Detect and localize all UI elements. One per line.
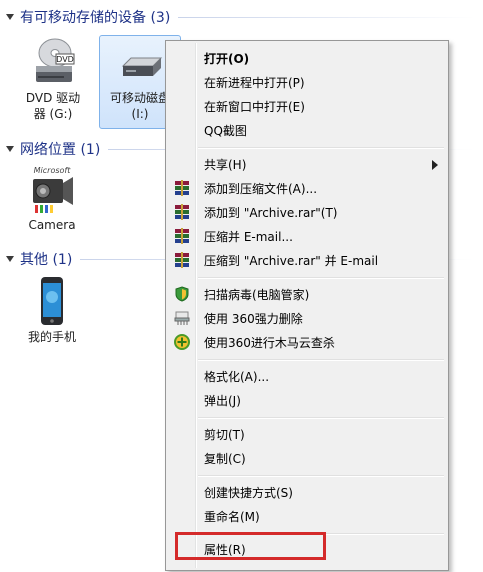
dvd-drive-item[interactable]: DVD DVD 驱动 器 (G:): [14, 36, 92, 128]
menu-separator: [198, 533, 444, 535]
menu-item-open-new-window[interactable]: 在新窗口中打开(E): [168, 95, 446, 117]
winrar-icon: [174, 252, 190, 268]
menu-item-label: 创建快捷方式(S): [204, 485, 293, 500]
context-menu: 打开(O) 在新进程中打开(P) 在新窗口中打开(E) QQ截图 共享(H) 添…: [165, 40, 449, 571]
winrar-icon: [174, 204, 190, 220]
phone-item[interactable]: 我的手机: [20, 275, 84, 349]
group-title: 网络位置 (1): [20, 142, 101, 158]
removable-disk-label-line2: (I:): [131, 107, 149, 121]
group-header-removable[interactable]: 有可移动存储的设备 (3): [0, 6, 483, 28]
menu-item-format[interactable]: 格式化(A)...: [168, 365, 446, 387]
menu-item-label: 复制(C): [204, 451, 246, 466]
menu-item-compress-rar-email[interactable]: 压缩到 "Archive.rar" 并 E-mail: [168, 249, 446, 271]
dvd-drive-icon: DVD: [26, 36, 80, 90]
menu-item-label: 共享(H): [204, 157, 247, 172]
menu-item-label: QQ截图: [204, 123, 247, 138]
dvd-drive-label-line1: DVD 驱动: [25, 91, 81, 105]
menu-separator: [198, 147, 444, 149]
menu-item-360-trojan-scan[interactable]: 使用360进行木马云查杀: [168, 331, 446, 353]
menu-item-label: 添加到 "Archive.rar"(T): [204, 205, 338, 220]
menu-item-label: 重命名(M): [204, 509, 260, 524]
collapse-arrow-icon[interactable]: [6, 145, 14, 153]
menu-item-qq-screenshot[interactable]: QQ截图: [168, 119, 446, 141]
winrar-icon: [174, 228, 190, 244]
menu-item-label: 属性(R): [204, 542, 246, 557]
menu-separator: [198, 475, 444, 477]
dvd-drive-label-line2: 器 (G:): [33, 107, 73, 121]
menu-item-open[interactable]: 打开(O): [168, 47, 446, 69]
camera-brand: Microsoft: [34, 166, 72, 175]
menu-item-label: 剪切(T): [204, 427, 245, 442]
camera-icon: Microsoft: [25, 163, 79, 217]
camera-item[interactable]: Microsoft Camera: [20, 163, 84, 237]
removable-disk-icon: [113, 36, 167, 90]
winrar-icon: [174, 180, 190, 196]
menu-item-label: 压缩到 "Archive.rar" 并 E-mail: [204, 253, 379, 268]
menu-item-label: 格式化(A)...: [204, 369, 270, 384]
menu-item-label: 弹出(J): [204, 393, 241, 408]
menu-item-scan-virus[interactable]: 扫描病毒(电脑管家): [168, 283, 446, 305]
group-divider: [178, 16, 475, 18]
menu-item-copy[interactable]: 复制(C): [168, 447, 446, 469]
camera-label: Camera: [28, 218, 76, 232]
shredder-icon: [174, 310, 190, 326]
menu-item-eject[interactable]: 弹出(J): [168, 389, 446, 411]
menu-item-cut[interactable]: 剪切(T): [168, 423, 446, 445]
menu-item-label: 在新进程中打开(P): [204, 75, 305, 90]
menu-item-label: 压缩并 E-mail...: [204, 229, 293, 244]
group-title: 有可移动存储的设备 (3): [20, 10, 171, 26]
menu-item-properties[interactable]: 属性(R): [168, 538, 446, 560]
plus-green-icon: [174, 334, 190, 350]
menu-item-360-force-delete[interactable]: 使用 360强力删除: [168, 307, 446, 329]
menu-item-share[interactable]: 共享(H): [168, 153, 446, 175]
menu-item-label: 添加到压缩文件(A)...: [204, 181, 318, 196]
menu-item-label: 使用360进行木马云查杀: [204, 335, 335, 350]
menu-item-add-to-archive-rar[interactable]: 添加到 "Archive.rar"(T): [168, 201, 446, 223]
phone-label: 我的手机: [27, 330, 76, 344]
group-title: 其他 (1): [20, 252, 73, 268]
collapse-arrow-icon[interactable]: [6, 13, 14, 21]
menu-item-rename[interactable]: 重命名(M): [168, 505, 446, 527]
menu-separator: [198, 359, 444, 361]
menu-separator: [198, 417, 444, 419]
menu-item-open-new-process[interactable]: 在新进程中打开(P): [168, 71, 446, 93]
menu-item-label: 扫描病毒(电脑管家): [204, 287, 310, 302]
menu-item-label: 打开(O): [204, 51, 250, 66]
shield-icon: [174, 286, 190, 302]
phone-icon: [25, 275, 79, 329]
menu-item-create-shortcut[interactable]: 创建快捷方式(S): [168, 481, 446, 503]
menu-item-add-to-archive[interactable]: 添加到压缩文件(A)...: [168, 177, 446, 199]
removable-disk-label-line1: 可移动磁盘: [109, 91, 170, 105]
dvd-badge: DVD: [56, 55, 74, 64]
collapse-arrow-icon[interactable]: [6, 255, 14, 263]
menu-item-label: 在新窗口中打开(E): [204, 99, 305, 114]
submenu-arrow-icon: [432, 159, 438, 173]
menu-item-label: 使用 360强力删除: [204, 311, 303, 326]
menu-item-compress-email[interactable]: 压缩并 E-mail...: [168, 225, 446, 247]
menu-separator: [198, 277, 444, 279]
